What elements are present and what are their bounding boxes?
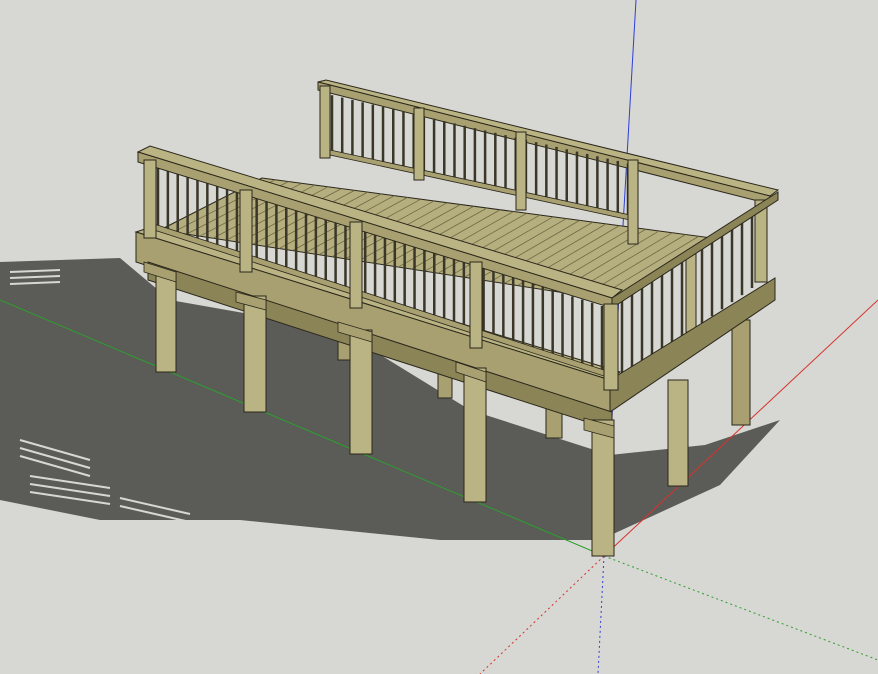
x-axis-negative bbox=[479, 555, 605, 674]
3d-viewport[interactable] bbox=[0, 0, 878, 674]
y-axis-negative bbox=[603, 555, 878, 661]
model-scene[interactable] bbox=[0, 0, 878, 674]
z-axis-negative bbox=[597, 555, 605, 674]
